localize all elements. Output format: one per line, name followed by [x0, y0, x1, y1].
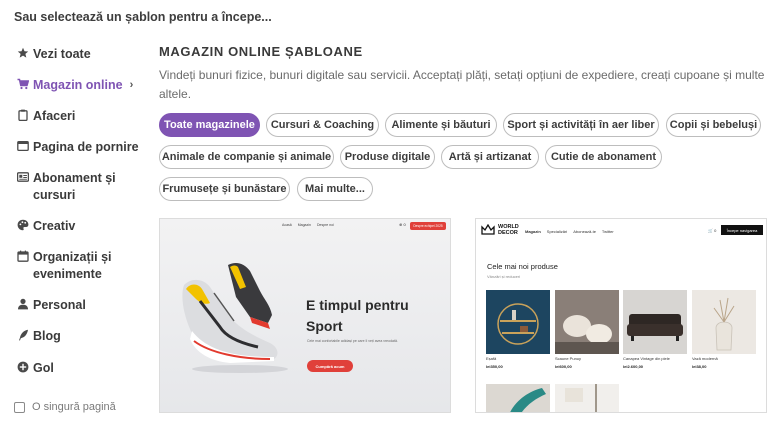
- template-nav-link: Magazin: [297, 223, 311, 227]
- filter-chip-cutie-de-abonament[interactable]: Cutie de abonament: [545, 145, 662, 169]
- template-logo: WORLD DECOR: [481, 224, 519, 236]
- template-nav-link: Magazin: [525, 229, 541, 234]
- palette-icon: [14, 219, 31, 231]
- sidebar-item-label: Organizații și evenimente: [33, 250, 112, 281]
- person-icon: [14, 298, 31, 310]
- category-description: Vindeți bunuri fizice, bunuri digitale s…: [159, 68, 765, 101]
- filter-chip-sport-si-activitati[interactable]: Sport și activități în aer liber: [503, 113, 659, 137]
- product-name: Canapea Vintage din piele: [623, 356, 670, 361]
- filter-chip-alimente-si-bauturi[interactable]: Alimente și băuturi: [385, 113, 497, 137]
- crown-icon: [481, 224, 495, 235]
- product-image: [555, 384, 619, 412]
- star-icon: [14, 47, 31, 59]
- template-nav-link: Abonează-te: [573, 229, 596, 234]
- sidebar-item-label: Abonament și cursuri: [33, 171, 116, 202]
- filter-chip-animale-de-companie[interactable]: Animale de companie și animale: [159, 145, 334, 169]
- product-price: lei600,00: [555, 364, 572, 369]
- quill-icon: [14, 329, 31, 341]
- template-subtext: Cele mai confortabile adidași pe care îi…: [307, 339, 398, 343]
- filter-chip-mai-multe[interactable]: Mai multe...: [297, 177, 373, 201]
- template-section-heading: Cele mai noi produse: [487, 262, 558, 271]
- template-cta-button: Cumpără acum: [307, 360, 353, 372]
- sneaker-image: [182, 263, 288, 373]
- product-image: [692, 290, 756, 354]
- sidebar-item-label: Magazin online: [33, 78, 123, 92]
- template-nav-link: Despre noi: [316, 223, 334, 227]
- product-name: Scaune Punuy: [555, 356, 582, 361]
- template-card-sport[interactable]: Acasă Magazin Despre noi ⊕ 0 Despre echi…: [159, 218, 451, 413]
- sidebar-item-creativ[interactable]: Creativ: [14, 218, 75, 235]
- calendar-icon: [14, 250, 31, 262]
- product-image: [623, 290, 687, 354]
- page-title: MAGAZIN ONLINE ȘABLOANE: [159, 44, 363, 59]
- sidebar-item-afaceri[interactable]: Afaceri: [14, 108, 75, 125]
- template-card-world-decor[interactable]: WORLD DECOR Magazin Specializări Aboneaz…: [475, 218, 767, 413]
- logo-line: DECOR: [498, 230, 518, 236]
- product-image: [486, 290, 550, 354]
- single-page-label: O singură pagină: [32, 401, 116, 413]
- single-page-checkbox[interactable]: O singură pagină: [14, 401, 116, 413]
- filter-chip-arta-si-artizanat[interactable]: Artă și artizanat: [441, 145, 539, 169]
- product-price: lei38,00: [692, 364, 707, 369]
- product-price: lei2.600,00: [623, 364, 644, 369]
- template-nav-link: Twitter: [601, 229, 614, 234]
- filter-chip-frumusete-si-bunastare[interactable]: Frumusețe și bunăstare: [159, 177, 290, 201]
- template-nav-link: Acasă: [282, 223, 292, 227]
- filter-chip-produse-digitale[interactable]: Produse digitale: [340, 145, 435, 169]
- sidebar-item-blog[interactable]: Blog: [14, 328, 61, 345]
- sidebar-item-gol[interactable]: Gol: [14, 360, 54, 377]
- sidebar-item-magazin-online[interactable]: Magazin online ›: [14, 77, 133, 94]
- product-image: [486, 384, 550, 412]
- template-section-subheading: Vânzări și reduceri: [487, 274, 521, 279]
- product-name: Eșafă: [486, 356, 497, 361]
- sidebar-item-personal[interactable]: Personal: [14, 297, 86, 314]
- template-cart: 🛒 0: [708, 228, 717, 233]
- template-nav-button: Despre echipei 2025: [410, 222, 446, 230]
- filter-chip-toate-magazinele[interactable]: Toate magazinele: [159, 113, 260, 137]
- sidebar-item-organizatii-si-evenimente[interactable]: Organizații și evenimente: [14, 249, 139, 283]
- browser-icon: [14, 140, 31, 152]
- sidebar-item-label: Creativ: [33, 219, 76, 233]
- cart-icon: [14, 78, 31, 90]
- sidebar-item-label: Blog: [33, 329, 61, 343]
- product-image: [555, 290, 619, 354]
- template-nav: Magazin Specializări Abonează-te Twitter: [525, 229, 614, 234]
- id-card-icon: [14, 171, 31, 183]
- clipboard-icon: [14, 109, 31, 121]
- template-nav-button: Începe navigarea: [721, 225, 763, 235]
- sidebar-item-label: Vezi toate: [33, 47, 91, 61]
- template-cart: ⊕ 0: [399, 222, 406, 227]
- plus-circle-icon: [14, 361, 31, 373]
- template-nav-link: Specializări: [546, 229, 568, 234]
- product-name: Vază modernă: [692, 356, 718, 361]
- sidebar-item-label: Pagina de pornire: [33, 140, 139, 154]
- sidebar-item-label: Gol: [33, 361, 54, 375]
- filter-chip-copii-si-bebelusi[interactable]: Copii și bebeluși: [666, 113, 761, 137]
- chevron-right-icon: ›: [129, 79, 134, 91]
- template-headline: E timpul pentru Sport: [306, 297, 409, 334]
- sidebar-item-label: Afaceri: [33, 109, 76, 123]
- sidebar-item-vezi-toate[interactable]: Vezi toate: [14, 46, 91, 63]
- product-price: lei350,00: [486, 364, 503, 369]
- sidebar-item-abonament-si-cursuri[interactable]: Abonament și cursuri: [14, 170, 139, 204]
- filter-chip-cursuri-coaching[interactable]: Cursuri & Coaching: [266, 113, 379, 137]
- template-nav: Acasă Magazin Despre noi: [282, 223, 334, 227]
- template-prompt: Sau selectează un șablon pentru a începe…: [14, 10, 272, 24]
- sidebar-item-pagina-de-pornire[interactable]: Pagina de pornire: [14, 139, 139, 156]
- checkbox-box[interactable]: [14, 401, 25, 413]
- sidebar-item-label: Personal: [33, 298, 86, 312]
